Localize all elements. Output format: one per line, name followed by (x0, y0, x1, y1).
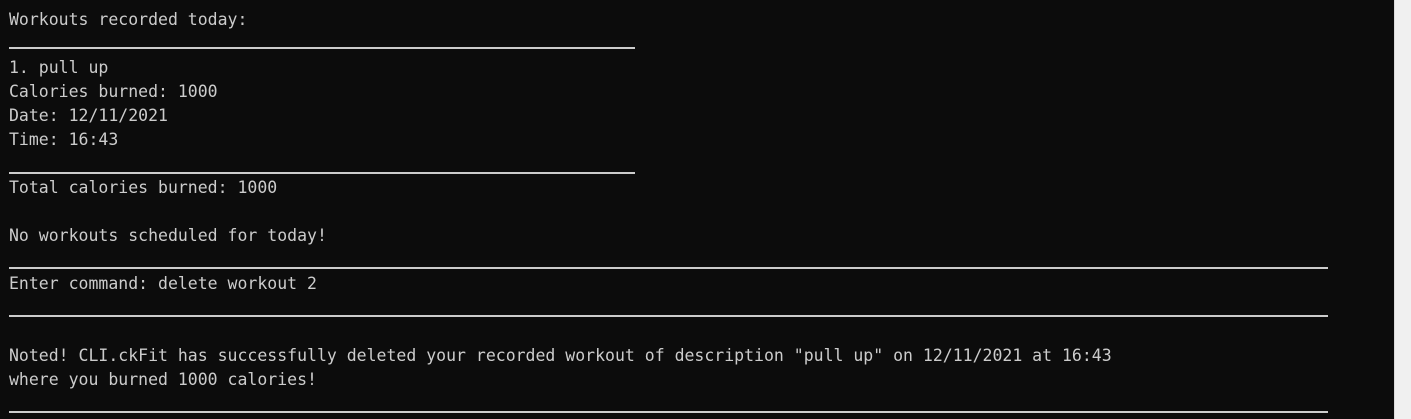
output-line-workout-name: 1. pull up (9, 58, 109, 77)
output-line-time: Time: 16:43 (9, 130, 119, 149)
separator-line (9, 172, 635, 174)
output-line-total-calories: Total calories burned: 1000 (9, 178, 278, 197)
output-line-calories: Calories burned: 1000 (9, 82, 218, 101)
output-line-date: Date: 12/11/2021 (9, 106, 168, 125)
separator-line (9, 315, 1328, 317)
separator-line (9, 47, 635, 49)
output-line-header: Workouts recorded today: (9, 10, 248, 29)
separator-line (9, 411, 1328, 413)
output-line-delete-details: where you burned 1000 calories! (9, 370, 317, 389)
output-line-schedule: No workouts scheduled for today! (9, 226, 327, 245)
separator-line (9, 267, 1328, 269)
command-input-line[interactable]: Enter command: delete workout 2 (9, 272, 317, 296)
output-line-delete-confirmation: Noted! CLI.ckFit has successfully delete… (9, 346, 1112, 365)
vertical-scrollbar[interactable] (1394, 0, 1411, 419)
terminal-window[interactable]: Workouts recorded today: 1. pull up Calo… (0, 0, 1394, 419)
